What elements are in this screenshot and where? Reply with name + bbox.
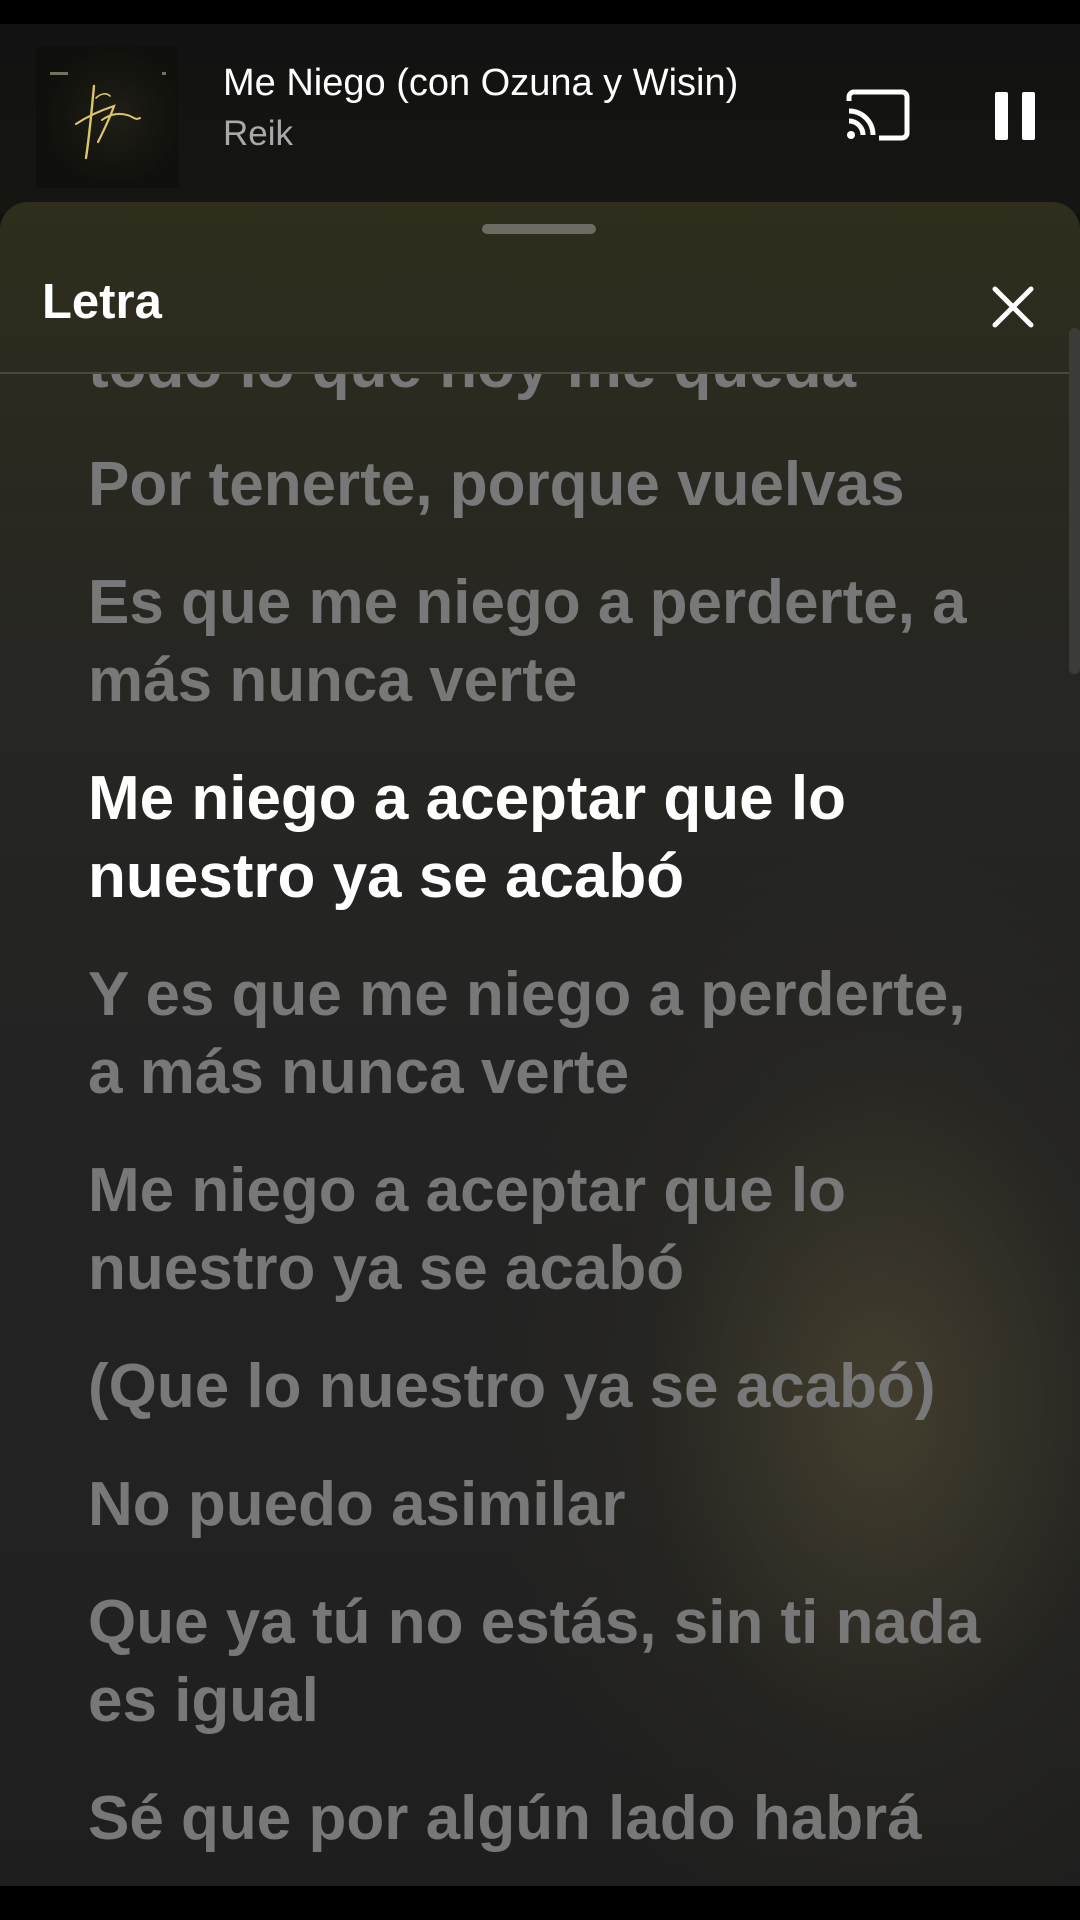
cast-icon (846, 89, 910, 141)
close-icon (992, 286, 1034, 328)
lyric-line[interactable]: Sé que por algún lado habrá (88, 1780, 988, 1858)
screen: Me Niego (con Ozuna y Wisin) Reik todo l… (0, 0, 1080, 1920)
lyric-line[interactable]: Que ya tú no estás, sin ti nada es igual (88, 1584, 988, 1740)
lyrics-sheet-header: Letra (0, 202, 1080, 374)
lyric-line[interactable]: Es que me niego a perderte, a más nunca … (88, 564, 988, 720)
lyric-line[interactable]: Y es que me niego a perderte, a más nunc… (88, 956, 988, 1112)
pause-icon (995, 92, 1035, 140)
pause-button[interactable] (975, 76, 1055, 156)
lyric-line[interactable]: No puedo asimilar (88, 1466, 988, 1544)
album-art[interactable] (36, 46, 178, 188)
signature-logo-icon (74, 84, 141, 160)
lyrics-list: todo lo que hoy me queda Por tenerte, por… (88, 374, 1048, 1888)
lyrics-title: Letra (42, 275, 162, 329)
track-artist[interactable]: Reik (223, 114, 293, 154)
lyrics-sheet: todo lo que hoy me queda Por tenerte, por… (0, 202, 1080, 1920)
lyric-line[interactable]: todo lo que hoy me queda (88, 374, 988, 406)
close-button[interactable] (978, 272, 1048, 342)
lyric-line[interactable]: (Que lo nuestro ya se acabó) (88, 1348, 988, 1426)
scrollbar[interactable] (1069, 328, 1080, 674)
drag-handle[interactable] (482, 224, 596, 234)
navigation-bar (0, 1886, 1080, 1920)
lyric-line[interactable]: Por tenerte, porque vuelvas (88, 446, 988, 524)
lyrics-scroll-area[interactable]: todo lo que hoy me queda Por tenerte, por… (0, 374, 1080, 1888)
track-title[interactable]: Me Niego (con Ozuna y Wisin) (223, 62, 738, 105)
cast-button[interactable] (838, 76, 918, 156)
status-bar (0, 0, 1080, 24)
lyric-line-active[interactable]: Me niego a aceptar que lo nuestro ya se … (88, 760, 988, 916)
mini-player[interactable]: Me Niego (con Ozuna y Wisin) Reik (0, 24, 1080, 214)
header-divider (0, 372, 1080, 374)
lyric-line[interactable]: Me niego a aceptar que lo nuestro ya se … (88, 1152, 988, 1308)
